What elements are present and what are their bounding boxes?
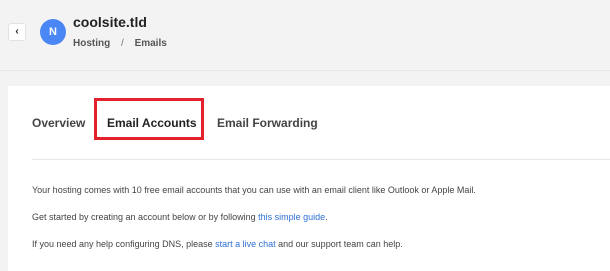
info-text-suffix: . bbox=[325, 212, 328, 222]
info-text-prefix: Get started by creating an account below… bbox=[32, 212, 259, 222]
info-text-prefix: If you need any help configuring DNS, pl… bbox=[32, 239, 216, 249]
breadcrumb: Hosting / Emails bbox=[73, 38, 167, 49]
info-text-suffix: and our support team can help. bbox=[275, 239, 403, 249]
info-text-free-accounts: Your hosting comes with 10 free email ac… bbox=[32, 185, 476, 195]
chevron-left-icon: ‹ bbox=[15, 26, 19, 37]
simple-guide-link[interactable]: this simple guide bbox=[258, 212, 325, 222]
info-text-support: If you need any help configuring DNS, pl… bbox=[32, 239, 403, 249]
avatar: N bbox=[40, 19, 66, 45]
page-title: coolsite.tld bbox=[73, 14, 147, 30]
breadcrumb-item-emails: Emails bbox=[134, 38, 167, 49]
live-chat-link[interactable]: start a live chat bbox=[215, 239, 276, 249]
info-text-get-started: Get started by creating an account below… bbox=[32, 212, 328, 222]
tab-overview[interactable]: Overview bbox=[32, 116, 85, 130]
breadcrumb-item-hosting[interactable]: Hosting bbox=[73, 38, 110, 49]
content-card: Overview Email Accounts Email Forwarding… bbox=[8, 86, 610, 271]
back-button[interactable]: ‹ bbox=[8, 23, 26, 41]
tab-email-forwarding[interactable]: Email Forwarding bbox=[217, 116, 318, 130]
page-header: ‹ N coolsite.tld Hosting / Emails bbox=[0, 0, 610, 71]
highlight-box bbox=[94, 98, 204, 140]
breadcrumb-separator: / bbox=[121, 38, 124, 49]
